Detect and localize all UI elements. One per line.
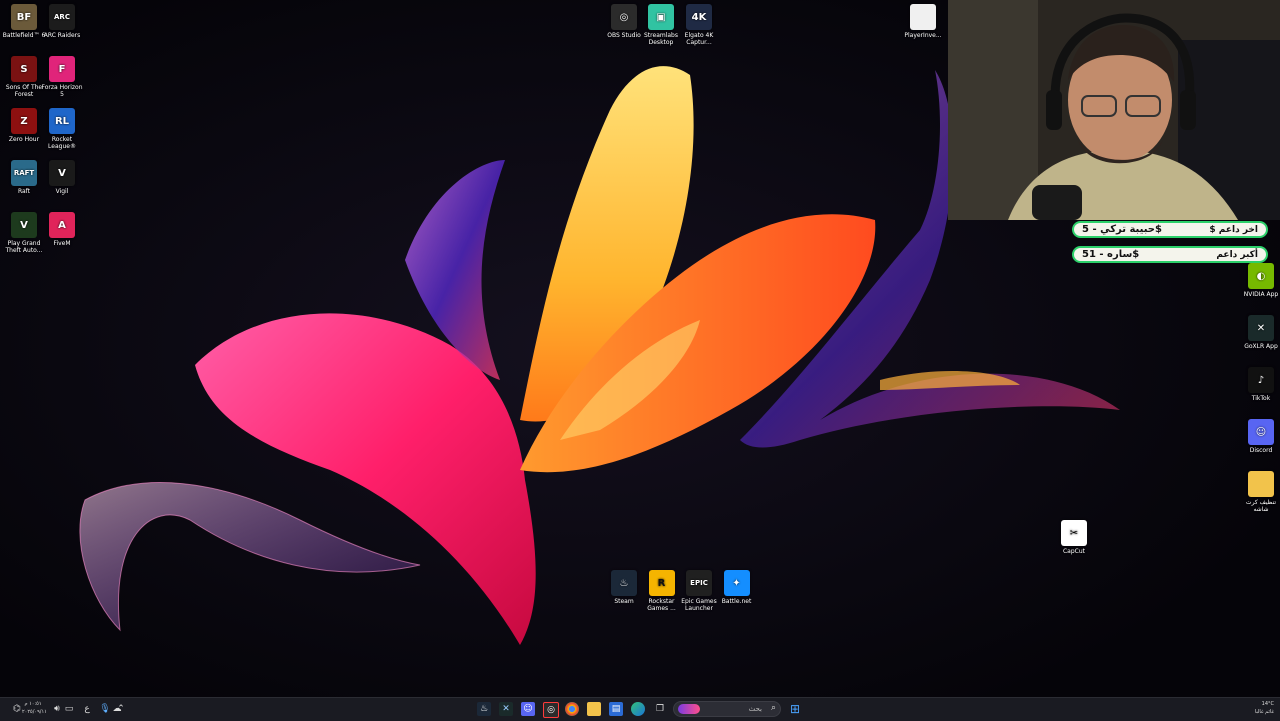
search-highlight-image <box>678 704 700 714</box>
taskbar-search-box[interactable]: بحث ⌕ <box>673 701 781 717</box>
streamer-webcam-image <box>948 0 1280 220</box>
desktop-shortcut-arc-raiders[interactable]: ARC ARC Raiders <box>39 4 85 39</box>
desktop-shortcut-battlenet[interactable]: ✦ Battle.net <box>714 570 760 605</box>
tiktok-icon: ♪ <box>1248 367 1274 393</box>
raft-icon: RAFT <box>11 160 37 186</box>
shortcut-label: CapCut <box>1062 548 1086 555</box>
epic-games-icon: EPIC <box>686 570 712 596</box>
last-donor-banner: حبيبة تركي - 5$ $ اخر داعم <box>1072 221 1268 238</box>
rockstar-icon: R <box>648 570 675 596</box>
shortcut-label: GoXLR App <box>1244 343 1278 350</box>
chevron-up-icon[interactable]: ⌃ <box>114 702 128 716</box>
desktop-shortcut-rocket-league[interactable]: RL Rocket League® <box>39 108 85 150</box>
shortcut-label: TikTok <box>1251 395 1271 402</box>
goxlr-icon: ✕ <box>1248 315 1274 341</box>
folder-icon <box>1248 471 1274 497</box>
shortcut-label: Rocket League® <box>48 136 76 150</box>
last-donor-label: $ اخر داعم <box>1209 224 1258 235</box>
forza-horizon-icon: F <box>49 56 75 82</box>
weather-temp: 14°C <box>1261 701 1274 707</box>
notifications-icon[interactable]: ▭ <box>62 702 76 716</box>
desktop-shortcut-elgato[interactable]: 4K Elgato 4K Captur... <box>676 4 722 46</box>
clock[interactable]: ١٠:٥١ م ٢٠٢٥/٠٩/١١ <box>22 700 47 716</box>
rocket-league-icon: RL <box>49 108 75 134</box>
desktop-shortcut-vigil[interactable]: V Vigil <box>39 160 85 195</box>
clock-date: ٢٠٢٥/٠٩/١١ <box>22 709 47 715</box>
sons-of-the-forest-icon: S <box>11 56 37 82</box>
shortcut-label: Forza Horizon 5 <box>41 84 83 98</box>
desktop-shortcut-capcut[interactable]: ✂ CapCut <box>1051 520 1097 555</box>
weather-widget[interactable]: 14°C غائم غالبا <box>1238 700 1274 716</box>
shortcut-label: PlayerInve... <box>904 32 942 39</box>
search-icon: ⌕ <box>770 703 776 713</box>
vigil-icon: V <box>49 160 75 186</box>
taskbar-obs-icon[interactable]: ◎ <box>543 702 559 718</box>
shortcut-label: Battle.net <box>721 598 752 605</box>
last-donor-value: حبيبة تركي - 5$ <box>1082 224 1162 235</box>
language-indicator[interactable]: ع <box>80 702 94 716</box>
taskbar-goxlr-icon[interactable]: ✕ <box>499 702 513 716</box>
desktop-shortcut-discord[interactable]: ☺ Discord <box>1238 419 1280 454</box>
desktop-shortcut-nvidia[interactable]: ◐ NVIDIA App <box>1238 263 1280 298</box>
top-donor-value: ساره - 51$ <box>1082 249 1140 260</box>
start-button[interactable]: ⊞ <box>788 702 802 716</box>
shortcut-label: تنظيف كرت شاشه <box>1245 499 1277 513</box>
desktop-shortcut-fivem[interactable]: A FiveM <box>39 212 85 247</box>
taskbar-file-explorer-icon[interactable] <box>587 702 601 716</box>
desktop-shortcut-file[interactable]: PlayerInve... <box>900 4 946 39</box>
shortcut-label: Vigil <box>55 188 69 195</box>
gta-icon: V <box>11 212 37 238</box>
zero-hour-icon: Z <box>11 108 37 134</box>
desktop-shortcut-folder[interactable]: تنظيف كرت شاشه <box>1238 471 1280 513</box>
fivem-icon: A <box>49 212 75 238</box>
weather-text: غائم غالبا <box>1254 709 1274 715</box>
top-donor-banner: ساره - 51$ أكبر داعم <box>1072 246 1268 263</box>
discord-icon: ☺ <box>1248 419 1274 445</box>
search-placeholder: بحث <box>748 705 762 713</box>
webcam-overlay <box>948 0 1280 220</box>
steam-icon: ♨ <box>611 570 637 596</box>
file-icon <box>910 4 936 30</box>
shortcut-label: ARC Raiders <box>43 32 81 39</box>
taskbar-discord-icon[interactable]: ☺ <box>521 702 535 716</box>
shortcut-label: Discord <box>1249 447 1273 454</box>
shortcut-label: NVIDIA App <box>1243 291 1279 298</box>
capcut-icon: ✂ <box>1061 520 1087 546</box>
desktop-shortcut-goxlr[interactable]: ✕ GoXLR App <box>1238 315 1280 350</box>
battlefield-icon: BF <box>11 4 37 30</box>
nvidia-icon: ◐ <box>1248 263 1274 289</box>
battlenet-icon: ✦ <box>723 570 750 596</box>
taskbar-store-icon[interactable]: ▤ <box>609 702 623 716</box>
taskbar-edge-icon[interactable] <box>631 702 645 716</box>
shortcut-label: Elgato 4K Captur... <box>684 32 714 46</box>
taskbar-steam-icon[interactable]: ♨ <box>477 702 491 716</box>
elgato-icon: 4K <box>686 4 712 30</box>
taskbar-task-view-icon[interactable]: ❐ <box>653 702 667 716</box>
desktop-shortcut-forza-horizon[interactable]: F Forza Horizon 5 <box>39 56 85 98</box>
shortcut-label: FiveM <box>53 240 71 247</box>
top-donor-label: أكبر داعم <box>1216 249 1258 260</box>
arc-raiders-icon: ARC <box>49 4 75 30</box>
taskbar-chrome-icon[interactable] <box>565 702 579 716</box>
obs-icon: ◎ <box>611 4 637 30</box>
streamlabs-icon: ▣ <box>648 4 674 30</box>
clock-time: ١٠:٥١ م <box>24 701 42 707</box>
taskbar: ⌬ ١٠:٥١ م ٢٠٢٥/٠٩/١١ 🔊︎ ▭ ع 🎙︎ ☁ ⌃ ♨ ✕ ☺… <box>0 697 1280 721</box>
desktop-shortcut-tiktok[interactable]: ♪ TikTok <box>1238 367 1280 402</box>
